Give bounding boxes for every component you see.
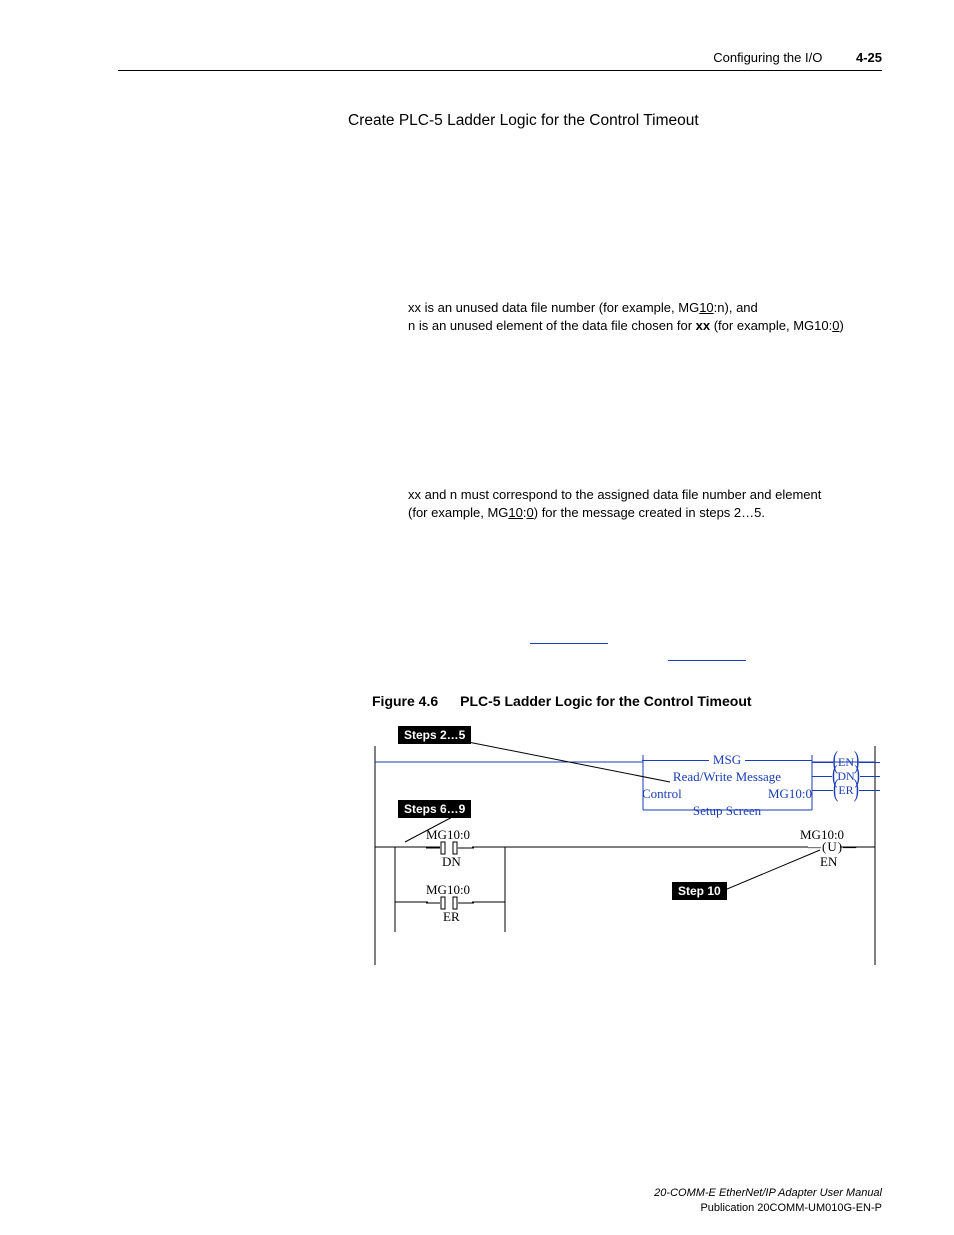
msg-title: MSG (713, 752, 741, 768)
msg-instruction: MSG Read/Write Message Control MG10:0 Se… (642, 752, 812, 819)
xx-definition: xx is an unused data file number (for ex… (408, 299, 888, 317)
callout-steps-2-5: Steps 2…5 (398, 726, 471, 744)
ladder-diagram: Steps 2…5 Steps 6…9 Step 10 MSG Read/Wri… (370, 722, 880, 972)
footer-publication: Publication 20COMM-UM010G-EN-P (654, 1201, 882, 1215)
rung2-er: ER (443, 909, 460, 925)
footer-manual-title: 20-COMM-E EtherNet/IP Adapter User Manua… (654, 1186, 882, 1200)
link-underline-2 (668, 660, 746, 661)
msg-control-value: MG10:0 (768, 786, 812, 802)
running-header: Configuring the I/O 4-25 (713, 50, 882, 65)
msg-status-tails: (EN) (DN) (ER) (812, 755, 880, 797)
header-rule (118, 70, 882, 71)
correspond-block: xx and n must correspond to the assigned… (408, 486, 878, 521)
rung2-dn: DN (442, 854, 461, 870)
correspond-line2: (for example, MG10:0) for the message cr… (408, 504, 878, 522)
figure-caption: Figure 4.6PLC-5 Ladder Logic for the Con… (372, 693, 752, 709)
n-definition: n is an unused element of the data file … (408, 317, 888, 335)
callout-steps-6-9: Steps 6…9 (398, 800, 471, 818)
section-heading: Create PLC-5 Ladder Logic for the Contro… (348, 112, 699, 130)
definition-block: xx is an unused data file number (for ex… (408, 299, 888, 334)
page-footer: 20-COMM-E EtherNet/IP Adapter User Manua… (654, 1186, 882, 1215)
msg-control-label: Control (642, 786, 682, 802)
page-number: 4-25 (856, 50, 882, 65)
callout-step-10: Step 10 (672, 882, 727, 900)
rung2-out-en: EN (820, 854, 837, 870)
msg-setup: Setup Screen (642, 802, 812, 819)
link-underline-1 (530, 643, 608, 644)
otu-icon: —(U)— (808, 839, 857, 855)
header-section: Configuring the I/O (713, 50, 822, 65)
msg-desc: Read/Write Message (642, 768, 812, 785)
